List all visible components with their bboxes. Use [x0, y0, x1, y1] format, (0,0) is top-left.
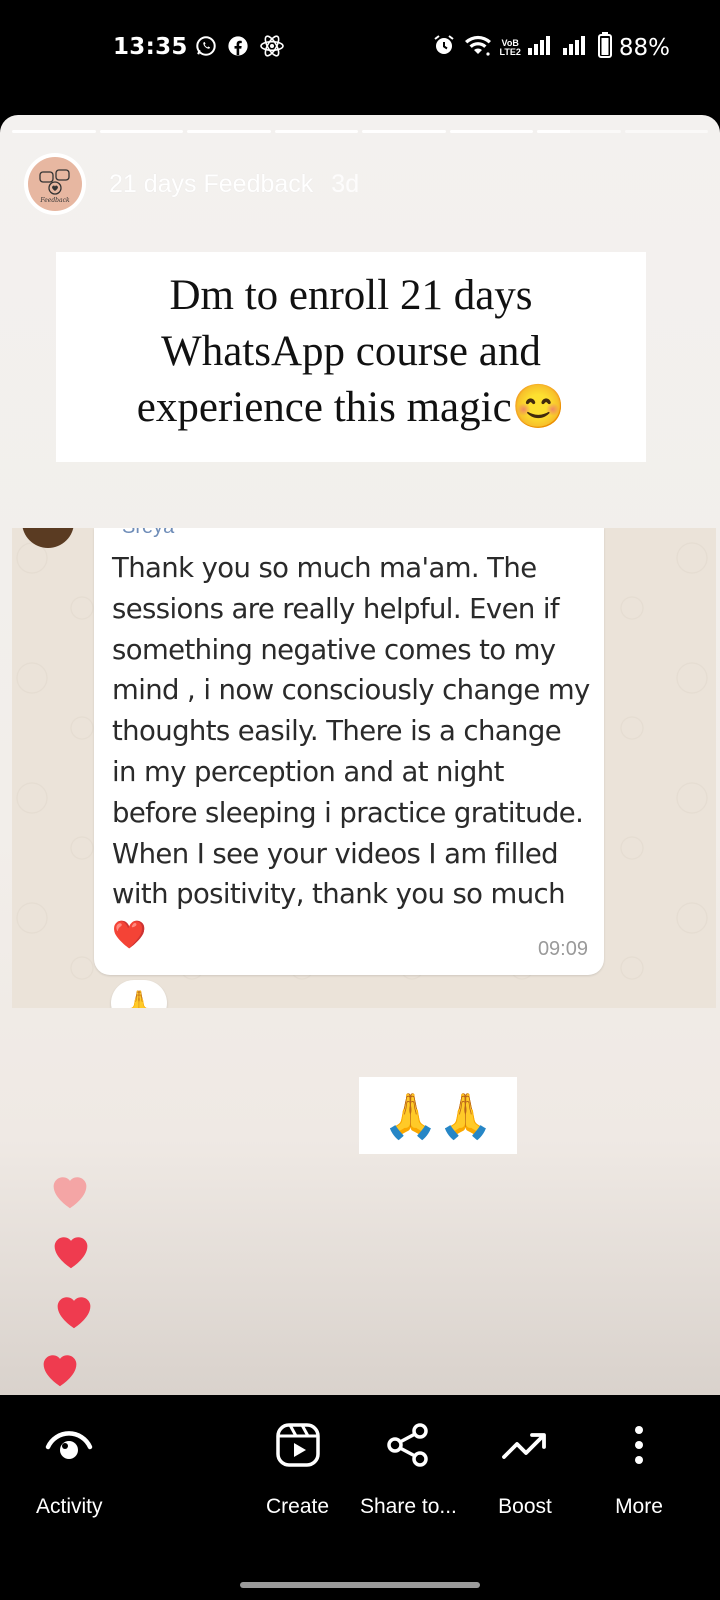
avatar[interactable]: Feedback [24, 153, 86, 215]
battery-icon [597, 32, 612, 63]
progress-segment [274, 130, 358, 133]
chat-screenshot: Sreya Thank you so much ma'am. The sessi… [12, 528, 716, 1008]
share-button[interactable]: Share to... [360, 1417, 457, 1519]
status-time: 13:35 [113, 34, 188, 60]
story-caption: Dm to enroll 21 days WhatsApp course and… [56, 252, 646, 462]
story-progress [12, 130, 708, 133]
create-button[interactable]: Create [266, 1417, 329, 1519]
whatsapp-icon [195, 35, 217, 62]
story-header: Feedback 21 days Feedback 3d [24, 153, 359, 215]
progress-segment [624, 130, 708, 133]
boost-button[interactable]: Boost [497, 1417, 553, 1519]
volte-icon: VoB LTE2 [499, 37, 521, 57]
wifi-icon [463, 33, 493, 62]
more-vertical-icon [611, 1417, 667, 1473]
share-icon [380, 1417, 436, 1473]
story-actions-bar: Activity Create Share to... Boost More [0, 1395, 720, 1600]
story-username[interactable]: 21 days Feedback [109, 170, 313, 199]
signal-icon [527, 35, 556, 60]
activity-button[interactable]: Activity [36, 1417, 103, 1519]
trend-up-icon [497, 1417, 553, 1473]
create-label: Create [266, 1495, 330, 1518]
progress-segment [537, 130, 621, 133]
story-age: 3d [331, 169, 360, 198]
home-indicator[interactable] [240, 1582, 480, 1588]
activity-label: Activity [36, 1495, 103, 1518]
progress-segment [187, 130, 271, 133]
heart-icon [49, 1230, 93, 1275]
status-bar: 13:35 VoB LTE2 88% [0, 0, 720, 100]
heart-icon [52, 1290, 96, 1335]
facebook-icon [227, 35, 249, 62]
sender-name: Sreya [122, 528, 174, 539]
share-label: Share to... [360, 1495, 457, 1518]
system-indicators: VoB LTE2 88% [432, 32, 670, 63]
reels-icon [270, 1417, 326, 1473]
feedback-logo-icon: Feedback [39, 169, 70, 204]
heart-icon [48, 1170, 92, 1215]
caption-line: Dm to enroll 21 days [169, 272, 533, 319]
message-bubble: Sreya Thank you so much ma'am. The sessi… [94, 528, 604, 975]
caption-line: experience this magic😊 [136, 384, 566, 431]
avatar-text: Feedback [39, 197, 70, 204]
story-viewer[interactable]: Feedback 21 days Feedback 3d Dm to enrol… [0, 115, 720, 1395]
caption-line: WhatsApp course and [161, 328, 541, 375]
progress-segment [362, 130, 446, 133]
eye-icon [41, 1417, 97, 1473]
progress-segment [99, 130, 183, 133]
react-icon [259, 34, 285, 63]
battery-percent: 88% [618, 34, 670, 61]
praying-hands-sticker: 🙏🙏 [359, 1077, 517, 1154]
notification-icons [195, 34, 285, 63]
alarm-icon [432, 33, 456, 62]
more-label: More [615, 1495, 663, 1518]
signal-icon [562, 35, 591, 60]
progress-segment [12, 130, 96, 133]
more-button[interactable]: More [611, 1417, 667, 1519]
message-time: 09:09 [537, 938, 588, 960]
progress-segment [449, 130, 533, 133]
message-text: Thank you so much ma'am. The sessions ar… [112, 552, 590, 952]
boost-label: Boost [498, 1495, 552, 1518]
heart-icon [38, 1348, 82, 1393]
